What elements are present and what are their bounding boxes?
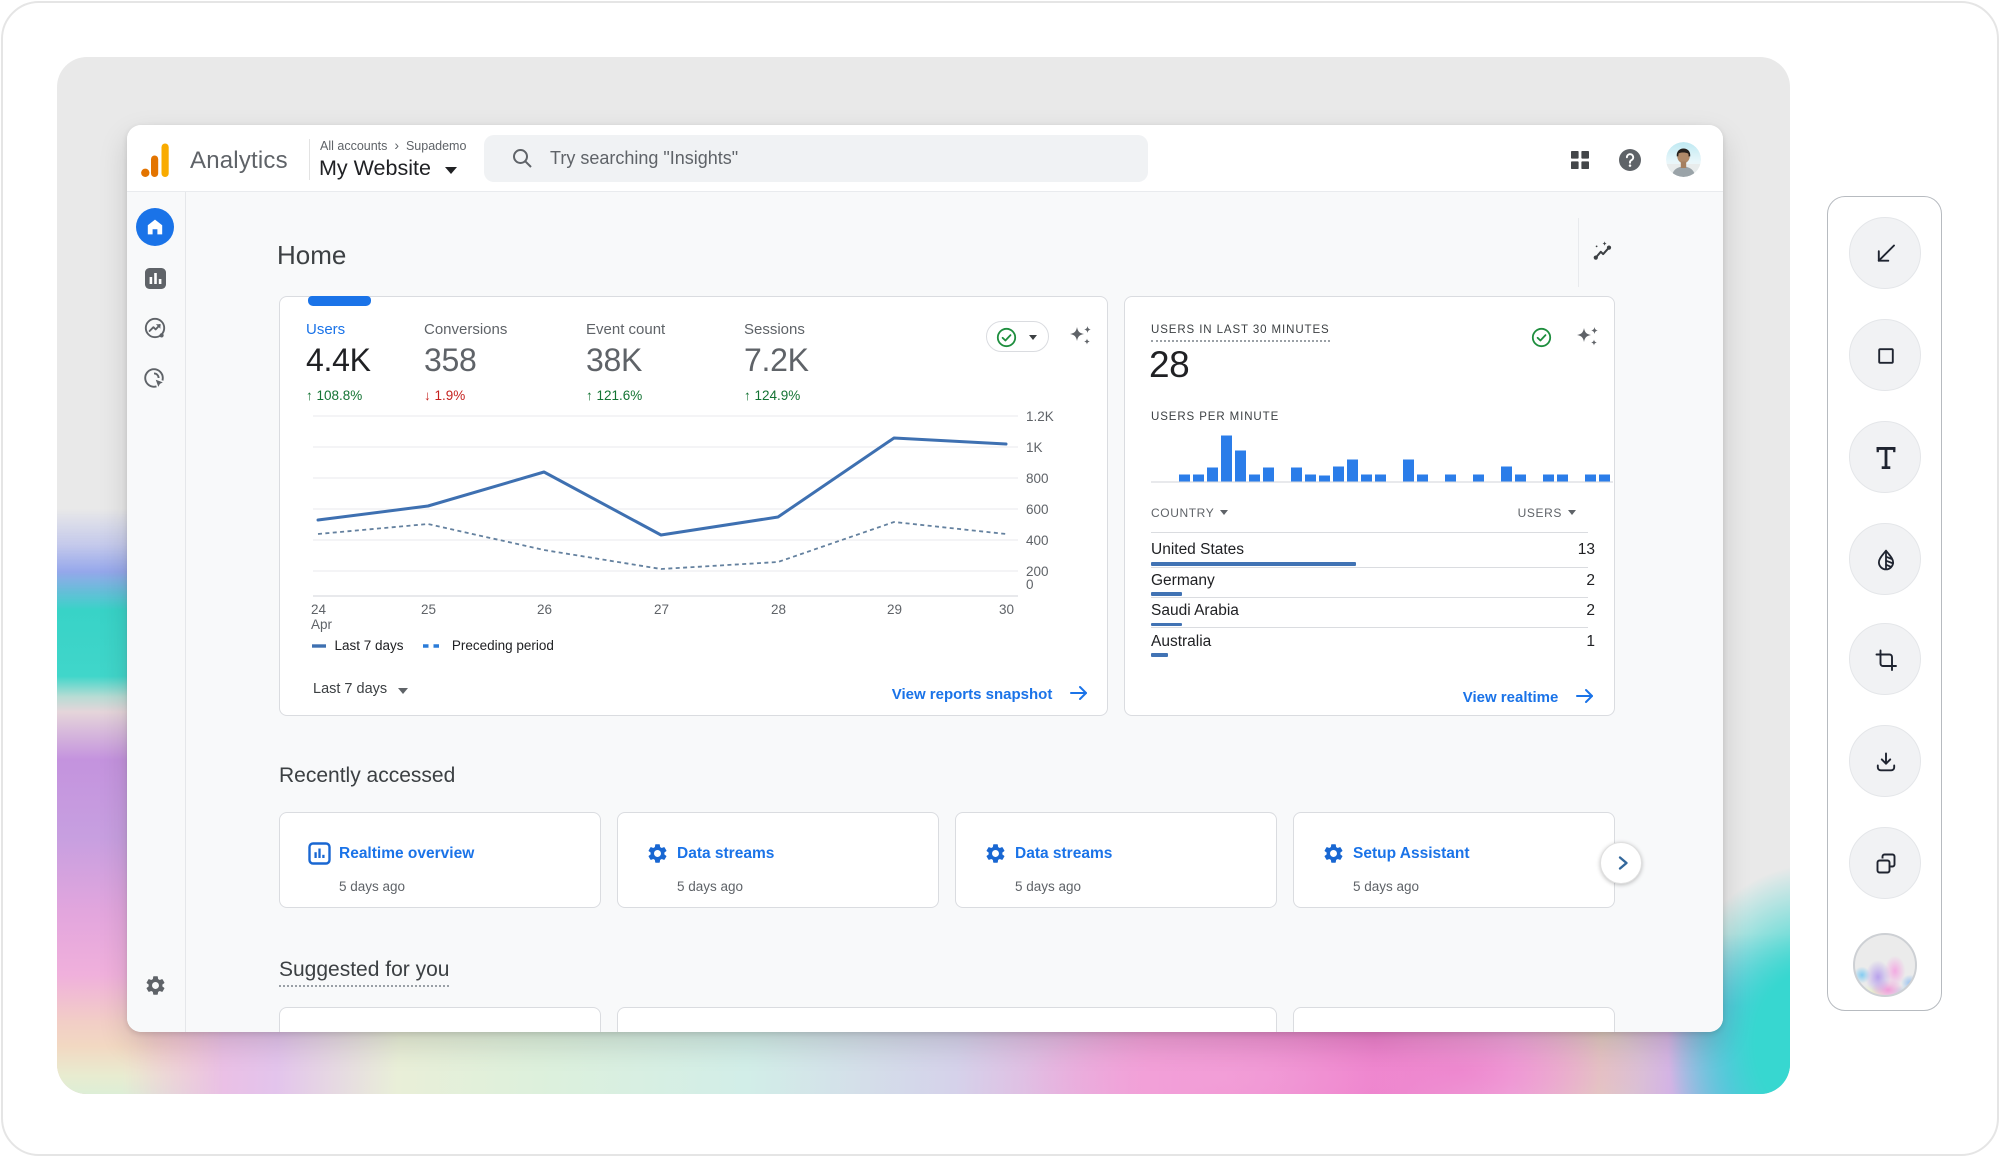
svg-text:24: 24 <box>311 602 327 617</box>
svg-text:25: 25 <box>421 602 436 617</box>
svg-text:28: 28 <box>771 602 786 617</box>
svg-text:1K: 1K <box>1026 440 1043 455</box>
svg-text:30: 30 <box>999 602 1014 617</box>
svg-text:800: 800 <box>1026 471 1049 486</box>
svg-text:27: 27 <box>654 602 669 617</box>
svg-text:Apr: Apr <box>311 617 333 632</box>
svg-text:0: 0 <box>1026 577 1034 592</box>
svg-text:26: 26 <box>537 602 552 617</box>
svg-text:1.2K: 1.2K <box>1026 409 1054 424</box>
svg-text:400: 400 <box>1026 533 1049 548</box>
svg-text:29: 29 <box>887 602 902 617</box>
svg-text:600: 600 <box>1026 502 1049 517</box>
